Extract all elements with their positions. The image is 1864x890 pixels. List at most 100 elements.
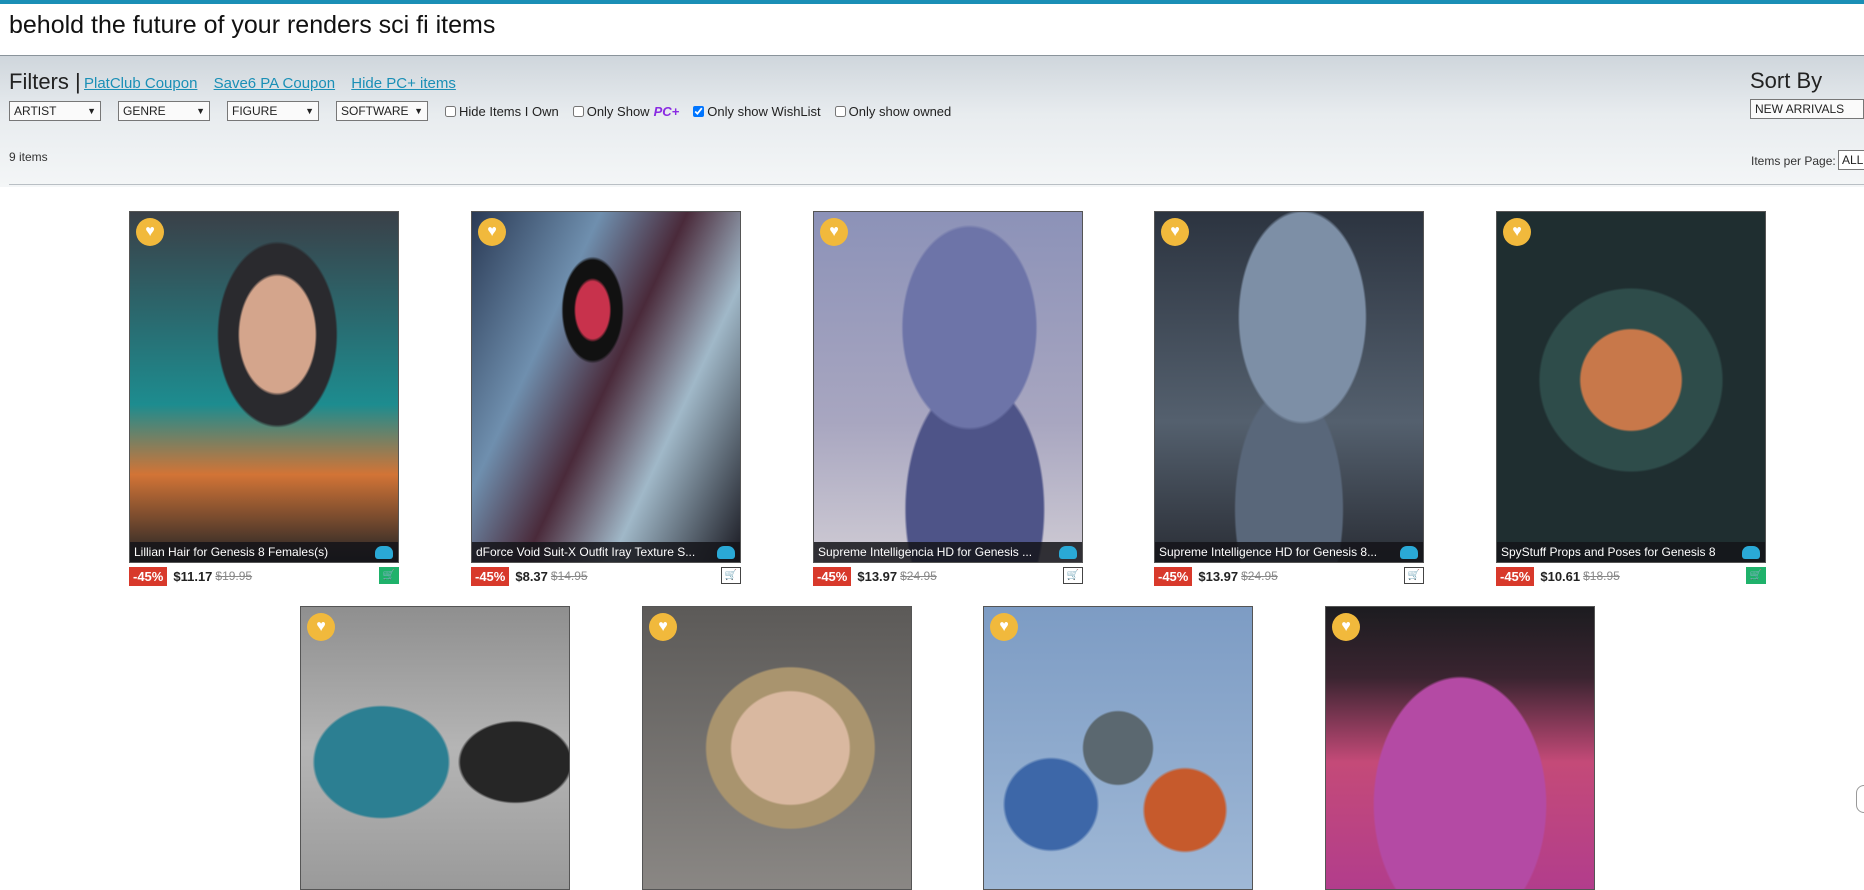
original-price: $19.95 — [215, 569, 253, 583]
chevron-down-icon: ▼ — [196, 106, 205, 116]
items-per-page-label: Items per Page: — [1751, 154, 1836, 168]
sale-price: $8.37 — [515, 568, 548, 584]
software-dropdown-label: SOFTWARE — [341, 104, 409, 118]
discount-badge: -45% — [129, 566, 168, 586]
filters-label: Filters | — [9, 69, 81, 94]
discount-badge: -45% — [471, 566, 510, 586]
top-accent-line — [0, 0, 1864, 4]
filter-links: PlatClub Coupon Save6 PA Coupon Hide PC+… — [84, 75, 468, 92]
sale-price: $11.17 — [173, 568, 213, 584]
price-row: -45% $11.17 $19.95 🛒 — [129, 565, 399, 587]
only-show-pcplus-input[interactable] — [572, 105, 584, 117]
sale-price: $13.97 — [1198, 568, 1239, 584]
product-image[interactable]: ♥ — [642, 606, 912, 890]
hide-owned-label: Hide Items I Own — [459, 103, 559, 119]
product-title[interactable]: Supreme Intelligencia HD for Genesis ... — [814, 542, 1082, 562]
product-image[interactable]: ♥ SpyStuff Props and Poses for Genesis 8 — [1496, 211, 1766, 563]
items-per-page-select[interactable]: ALL — [1838, 150, 1864, 170]
product-card[interactable]: ♥ Supreme Intelligence HD for Genesis 8.… — [1154, 211, 1424, 587]
artist-dropdown[interactable]: ARTIST ▼ — [9, 101, 101, 121]
figure-dropdown-label: FIGURE — [232, 104, 278, 118]
product-image[interactable]: ♥ — [1325, 606, 1595, 890]
original-price: $24.95 — [1241, 569, 1278, 583]
owned-cart-icon[interactable]: 🛒 — [379, 567, 399, 584]
product-card[interactable]: ♥ Supreme Intelligencia HD for Genesis .… — [813, 211, 1083, 587]
divider — [9, 184, 1864, 185]
only-wishlist-checkbox[interactable]: Only show WishList — [693, 103, 821, 119]
wishlist-heart-icon[interactable]: ♥ — [820, 218, 848, 246]
sale-price: $13.97 — [857, 568, 898, 584]
discount-badge: -45% — [1496, 566, 1535, 586]
daz-logo-icon — [375, 546, 393, 559]
product-card[interactable]: ♥ SpyStuff Props and Poses for Genesis 8… — [1496, 211, 1766, 587]
genre-dropdown-label: GENRE — [123, 104, 166, 118]
product-card[interactable]: ♥ Lillian Hair for Genesis 8 Females(s) … — [129, 211, 399, 587]
product-card[interactable]: ♥ — [983, 606, 1253, 890]
wishlist-heart-icon[interactable]: ♥ — [1503, 218, 1531, 246]
product-title[interactable]: Lillian Hair for Genesis 8 Females(s) — [130, 542, 398, 562]
product-card[interactable]: ♥ — [1325, 606, 1595, 890]
genre-dropdown[interactable]: GENRE ▼ — [118, 101, 210, 121]
hide-owned-checkbox[interactable]: Hide Items I Own — [445, 104, 559, 119]
owned-cart-icon[interactable]: 🛒 — [1746, 567, 1766, 584]
platclub-coupon-link[interactable]: PlatClub Coupon — [84, 75, 197, 92]
only-wishlist-label: Only show WishList — [707, 103, 821, 119]
only-owned-checkbox[interactable]: Only show owned — [834, 103, 952, 119]
original-price: $14.95 — [550, 569, 588, 583]
discount-badge: -45% — [813, 566, 852, 586]
daz-logo-icon — [1742, 546, 1760, 559]
sort-select[interactable]: NEW ARRIVALS — [1750, 99, 1864, 119]
discount-badge: -45% — [1154, 566, 1193, 586]
hide-pcplus-link[interactable]: Hide PC+ items — [351, 75, 456, 92]
wishlist-heart-icon[interactable]: ♥ — [649, 613, 677, 641]
add-to-cart-icon[interactable]: 🛒 — [1404, 567, 1424, 584]
product-image[interactable]: ♥ — [300, 606, 570, 890]
wishlist-heart-icon[interactable]: ♥ — [136, 218, 164, 246]
product-title[interactable]: SpyStuff Props and Poses for Genesis 8 — [1497, 542, 1765, 562]
wishlist-heart-icon[interactable]: ♥ — [1161, 218, 1189, 246]
price-row: -45% $10.61 $18.95 🛒 — [1496, 565, 1766, 587]
product-image[interactable]: ♥ Supreme Intelligence HD for Genesis 8.… — [1154, 211, 1424, 563]
add-to-cart-icon[interactable]: 🛒 — [721, 567, 741, 584]
artist-dropdown-label: ARTIST — [14, 104, 57, 118]
daz-logo-icon — [717, 546, 735, 559]
items-count: 9 items — [9, 150, 48, 164]
product-card[interactable]: ♥ dForce Void Suit-X Outfit Iray Texture… — [471, 211, 741, 587]
product-title[interactable]: dForce Void Suit-X Outfit Iray Texture S… — [472, 542, 740, 562]
product-image[interactable]: ♥ — [983, 606, 1253, 890]
product-card[interactable]: ♥ — [642, 606, 912, 890]
wishlist-heart-icon[interactable]: ♥ — [990, 613, 1018, 641]
wishlist-heart-icon[interactable]: ♥ — [1332, 613, 1360, 641]
only-wishlist-input[interactable] — [693, 105, 705, 117]
filter-bar: Filters | PlatClub Coupon Save6 PA Coupo… — [0, 55, 1864, 187]
page-title: behold the future of your renders sci fi… — [9, 11, 496, 39]
wishlist-heart-icon[interactable]: ♥ — [478, 218, 506, 246]
filter-controls: ARTIST ▼ GENRE ▼ FIGURE ▼ SOFTWARE ▼ Hide It… — [9, 99, 965, 123]
pcplus-badge: PC+ — [653, 103, 680, 119]
product-title[interactable]: Supreme Intelligence HD for Genesis 8... — [1155, 542, 1423, 562]
sale-price: $10.61 — [1540, 568, 1581, 584]
wishlist-heart-icon[interactable]: ♥ — [307, 613, 335, 641]
daz-logo-icon — [1400, 546, 1418, 559]
save6-coupon-link[interactable]: Save6 PA Coupon — [214, 75, 335, 92]
daz-logo-icon — [1059, 546, 1077, 559]
original-price: $18.95 — [1583, 569, 1620, 583]
only-show-label: Only Show — [586, 103, 650, 119]
hide-owned-input[interactable] — [445, 105, 456, 117]
chevron-down-icon: ▼ — [414, 106, 423, 116]
product-image[interactable]: ♥ Lillian Hair for Genesis 8 Females(s) — [129, 211, 399, 563]
product-card[interactable]: ♥ — [300, 606, 570, 890]
original-price: $24.95 — [900, 569, 937, 583]
product-image[interactable]: ♥ Supreme Intelligencia HD for Genesis .… — [813, 211, 1083, 563]
figure-dropdown[interactable]: FIGURE ▼ — [227, 101, 319, 121]
only-owned-input[interactable] — [834, 105, 846, 117]
scroll-handle[interactable] — [1856, 785, 1864, 813]
chevron-down-icon: ▼ — [305, 106, 314, 116]
only-owned-label: Only show owned — [848, 103, 952, 119]
product-image[interactable]: ♥ dForce Void Suit-X Outfit Iray Texture… — [471, 211, 741, 563]
price-row: -45% $8.37 $14.95 🛒 — [471, 565, 741, 587]
only-show-pcplus-checkbox[interactable]: Only Show PC+ — [572, 103, 680, 119]
add-to-cart-icon[interactable]: 🛒 — [1063, 567, 1083, 584]
software-dropdown[interactable]: SOFTWARE ▼ — [336, 101, 428, 121]
price-row: -45% $13.97 $24.95 🛒 — [813, 565, 1083, 587]
